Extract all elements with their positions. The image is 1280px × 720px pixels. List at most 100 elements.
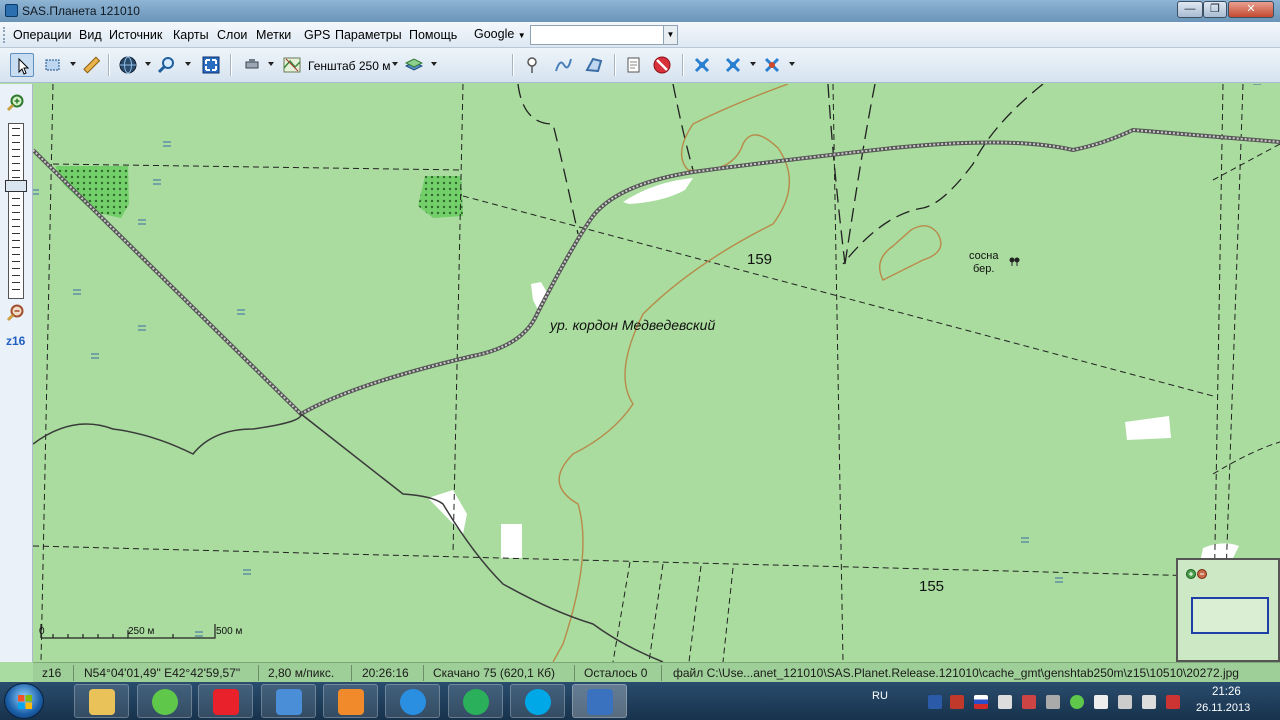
- zoom-slider-tick: [12, 177, 20, 178]
- menu-settings[interactable]: Параметры: [335, 28, 402, 42]
- antivirus-icon[interactable]: [1022, 695, 1036, 709]
- status-divider: [661, 665, 662, 681]
- fullscreen-button[interactable]: [199, 53, 223, 77]
- minimap-viewport-frame[interactable]: [1191, 597, 1269, 634]
- map-type-button[interactable]: [280, 53, 304, 77]
- add-placemark-button[interactable]: [520, 53, 544, 77]
- satellite-button[interactable]: [240, 53, 264, 77]
- pointer-tool-button[interactable]: [10, 53, 34, 77]
- current-map-name: Генштаб 250 м: [308, 59, 391, 73]
- zoom-in-icon[interactable]: [7, 94, 25, 112]
- usb-icon[interactable]: [1046, 695, 1060, 709]
- taskbar-explorer[interactable]: [74, 684, 129, 718]
- menu-marks[interactable]: Метки: [256, 28, 291, 42]
- status-downloaded: Скачано 75 (620,1 Кб): [433, 666, 556, 680]
- power-tray-icon[interactable]: [1166, 695, 1180, 709]
- menu-grip: [3, 27, 6, 43]
- clock-time[interactable]: 21:26: [1212, 686, 1241, 698]
- language-indicator[interactable]: RU: [872, 690, 888, 702]
- tools-icon[interactable]: [998, 695, 1012, 709]
- start-button[interactable]: [4, 683, 44, 719]
- menu-source[interactable]: Источник: [109, 28, 162, 42]
- gps-center-button[interactable]: [760, 53, 784, 77]
- menu-operations[interactable]: Операции: [13, 28, 71, 42]
- scale-label-end: 500 м: [216, 626, 242, 637]
- icq-tray-icon[interactable]: [1070, 695, 1084, 709]
- zoom-slider-tick: [12, 240, 20, 241]
- search-engine-select[interactable]: Google ▼: [474, 27, 526, 41]
- ruler-button[interactable]: [79, 53, 103, 77]
- gps-dropdown-icon[interactable]: [750, 62, 756, 66]
- clearing: [1201, 543, 1239, 558]
- status-divider: [423, 665, 424, 681]
- menu-view[interactable]: Вид: [79, 28, 102, 42]
- windows-logo-icon: [18, 695, 32, 709]
- taskbar-skype[interactable]: [510, 684, 565, 718]
- layers-button[interactable]: [402, 53, 426, 77]
- select-area-button[interactable]: [41, 53, 65, 77]
- sas-planet-icon: [587, 689, 613, 715]
- app-icon: [5, 4, 18, 17]
- search-dropdown-icon[interactable]: ▼: [663, 26, 677, 44]
- gps-connect-button[interactable]: [690, 53, 714, 77]
- zoom-slider[interactable]: [8, 123, 24, 299]
- zoom-slider-tick: [12, 289, 20, 290]
- zoom-slider-tick: [12, 142, 20, 143]
- taskbar-ie[interactable]: [385, 684, 440, 718]
- network-tray-icon[interactable]: [1118, 695, 1132, 709]
- toolbar-separator: [230, 54, 231, 76]
- menu-help[interactable]: Помощь: [409, 28, 457, 42]
- taskbar-player[interactable]: [323, 684, 378, 718]
- map-view[interactable]: 159 155 ур. кордон Медведевский сосна бе…: [33, 84, 1280, 662]
- add-path-button[interactable]: [551, 53, 575, 77]
- document-icon: [627, 57, 640, 73]
- current-map-label[interactable]: Генштаб 250 м: [308, 59, 390, 73]
- volume-muted-icon[interactable]: [950, 695, 964, 709]
- menu-gps[interactable]: GPS: [304, 28, 330, 42]
- forest-label-birch: бер.: [973, 263, 994, 275]
- taskbar-media[interactable]: [261, 684, 316, 718]
- add-polygon-button[interactable]: [582, 53, 606, 77]
- maximize-button[interactable]: ❐: [1203, 1, 1227, 18]
- taskbar-yandex[interactable]: [198, 684, 253, 718]
- fullscreen-icon: [202, 56, 220, 74]
- minimap-zoom-icons[interactable]: [1186, 568, 1210, 580]
- marks-manager-button[interactable]: [621, 53, 645, 77]
- gps-center-icon: [764, 57, 780, 73]
- speaker-tray-icon[interactable]: [1142, 695, 1156, 709]
- map-dropdown-icon[interactable]: [392, 62, 398, 66]
- russian-flag-icon[interactable]: [974, 695, 988, 709]
- status-divider: [351, 665, 352, 681]
- zoom-out-icon[interactable]: [7, 304, 25, 322]
- clock-date[interactable]: 26.11.2013: [1196, 702, 1250, 714]
- gps-center-dropdown-icon[interactable]: [789, 62, 795, 66]
- taskbar-icq[interactable]: [137, 684, 192, 718]
- zoom-slider-thumb[interactable]: [5, 180, 27, 192]
- globe-button[interactable]: [116, 53, 140, 77]
- hide-marks-button[interactable]: [650, 53, 674, 77]
- status-remaining: Осталось 0: [584, 666, 648, 680]
- zoom-tool-button[interactable]: [155, 53, 179, 77]
- globe-icon: [119, 56, 137, 74]
- menu-maps[interactable]: Карты: [173, 28, 209, 42]
- map-canvas[interactable]: 159 155 ур. кордон Медведевский сосна бе…: [33, 84, 1280, 662]
- layers-dropdown-icon[interactable]: [431, 62, 437, 66]
- taskbar-sas-planet[interactable]: [572, 684, 627, 718]
- globe-dropdown-icon[interactable]: [145, 62, 151, 66]
- zoom-slider-tick: [12, 198, 20, 199]
- mini-map[interactable]: [1176, 558, 1280, 662]
- status-bar: z16 N54°04'01,49" E42°42'59,57" 2,80 м/п…: [33, 662, 1280, 682]
- menu-layers[interactable]: Слои: [217, 28, 247, 42]
- select-dropdown-icon[interactable]: [70, 62, 76, 66]
- scale-label-zero: 0: [39, 626, 45, 637]
- zoom-dropdown-icon[interactable]: [185, 62, 191, 66]
- minimize-button[interactable]: —: [1177, 1, 1203, 18]
- action-center-flag-icon[interactable]: [1094, 695, 1108, 709]
- taskbar-mail-agent[interactable]: [448, 684, 503, 718]
- network-icon[interactable]: [928, 695, 942, 709]
- search-input[interactable]: ▼: [530, 25, 678, 45]
- contour-line: [552, 84, 790, 662]
- gps-track-button[interactable]: [721, 53, 745, 77]
- close-button[interactable]: ✕: [1228, 1, 1274, 18]
- satellite-dropdown-icon[interactable]: [268, 62, 274, 66]
